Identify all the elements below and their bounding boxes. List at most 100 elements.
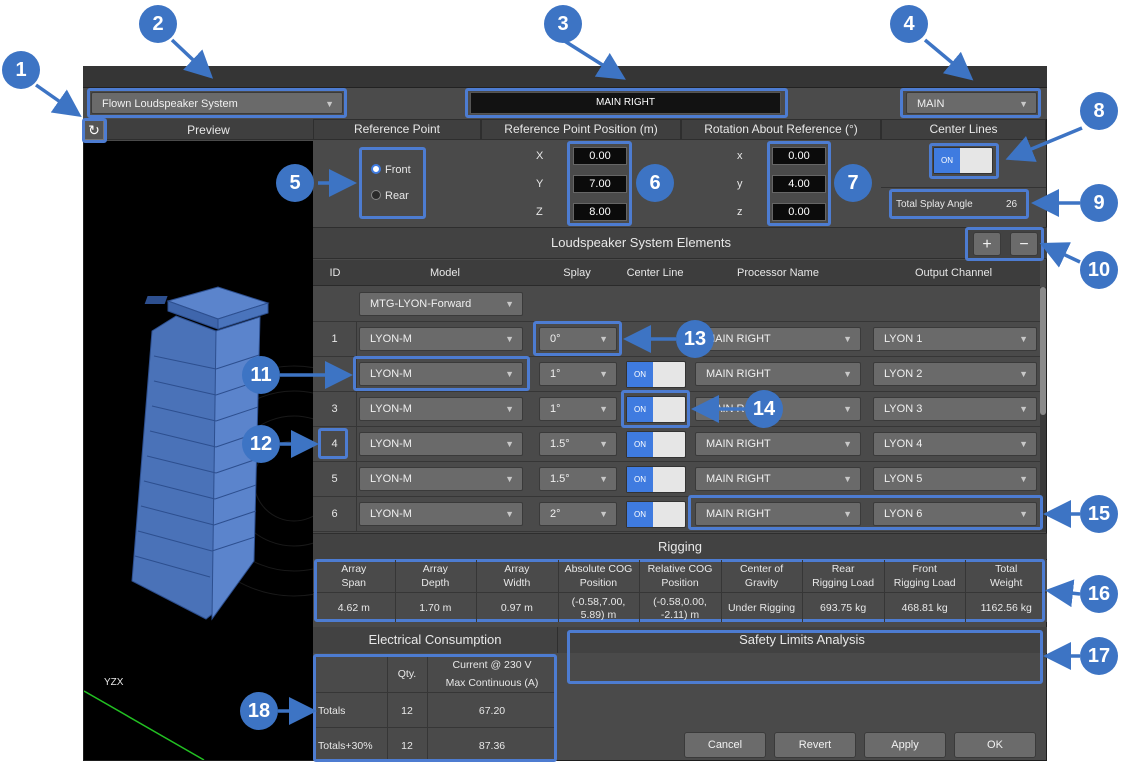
row-centerline-toggle[interactable]: ON	[626, 396, 686, 423]
model-dropdown[interactable]: LYON-M ▼	[359, 432, 523, 456]
splay-dropdown[interactable]: 1.5° ▼	[539, 467, 617, 491]
toggle-on-label: ON	[627, 467, 653, 492]
title-bar	[83, 66, 1047, 88]
output-channel-dropdown[interactable]: LYON 2 ▼	[873, 362, 1037, 386]
cancel-button[interactable]: Cancel	[684, 732, 766, 758]
front-radio[interactable]	[371, 164, 381, 174]
rot-y-input[interactable]: 4.00	[772, 175, 826, 193]
rigging-col-header: Span	[341, 577, 367, 589]
splay-value: 1.5°	[550, 438, 570, 450]
chevron-down-icon: ▼	[505, 509, 514, 519]
refresh-icon[interactable]: ↻	[84, 120, 104, 140]
scrollbar-thumb[interactable]	[1040, 287, 1046, 415]
preview-title: Preview	[187, 123, 230, 137]
model-dropdown[interactable]: LYON-M ▼	[359, 397, 523, 421]
center-lines-toggle[interactable]: ON	[933, 147, 993, 174]
row-centerline-toggle[interactable]: ON	[626, 361, 686, 388]
reference-point-header: Reference Point	[313, 119, 481, 140]
model-value: LYON-M	[370, 508, 412, 520]
chevron-down-icon: ▼	[1019, 439, 1028, 449]
system-type-dropdown[interactable]: Flown Loudspeaker System ▼	[91, 92, 343, 114]
apply-button[interactable]: Apply	[864, 732, 946, 758]
processor-dropdown[interactable]: MAIN RIGHT ▼	[695, 467, 861, 491]
rear-radio[interactable]	[371, 190, 381, 200]
splay-dropdown[interactable]: 1° ▼	[539, 362, 617, 386]
processor-value: MAIN RIGHT	[706, 473, 771, 485]
chevron-down-icon: ▼	[1019, 509, 1028, 519]
col-output-header: Output Channel	[914, 267, 993, 279]
splay-dropdown[interactable]: 2° ▼	[539, 502, 617, 526]
output-value: LYON 6	[884, 508, 923, 520]
chevron-down-icon: ▼	[599, 509, 608, 519]
chevron-down-icon: ▼	[1019, 334, 1028, 344]
chevron-down-icon: ▼	[505, 439, 514, 449]
callout-badge: 14	[745, 390, 783, 428]
model-dropdown[interactable]: LYON-M ▼	[359, 467, 523, 491]
processor-value: MAIN RIGHT	[706, 368, 771, 380]
divider	[883, 560, 885, 622]
rot-z-input[interactable]: 0.00	[772, 203, 826, 221]
processor-dropdown[interactable]: MAIN RIGHT ▼	[695, 432, 861, 456]
rigging-col-value: 468.81 kg	[901, 602, 948, 614]
model-dropdown[interactable]: LYON-M ▼	[359, 327, 523, 351]
toggle-on-label: ON	[627, 362, 653, 387]
rigging-col-header: Rear	[831, 563, 855, 575]
row-centerline-toggle[interactable]: ON	[626, 501, 686, 528]
group-dropdown[interactable]: MAIN ▼	[906, 92, 1037, 114]
add-element-button[interactable]: +	[973, 232, 1001, 256]
output-channel-dropdown[interactable]: LYON 5 ▼	[873, 467, 1037, 491]
callout-badge: 3	[544, 5, 582, 43]
table-scrollbar[interactable]	[1040, 287, 1046, 532]
splay-dropdown[interactable]: 1.5° ▼	[539, 432, 617, 456]
rigging-col-header: Rigging Load	[893, 577, 956, 589]
processor-dropdown[interactable]: MAIN RIGHT ▼	[695, 502, 861, 526]
row-centerline-toggle[interactable]: ON	[626, 431, 686, 458]
chevron-down-icon: ▼	[1019, 99, 1028, 109]
pos-y-label: Y	[536, 178, 544, 190]
rigging-model-dropdown[interactable]: MTG-LYON-Forward ▼	[359, 292, 523, 316]
rotation-header: Rotation About Reference (°)	[681, 119, 881, 140]
revert-button[interactable]: Revert	[774, 732, 856, 758]
callout-badge: 10	[1080, 251, 1118, 289]
processor-dropdown[interactable]: MAIN RIGHT ▼	[695, 327, 861, 351]
total-splay-value: 26	[1006, 199, 1018, 210]
callout-badge: 15	[1080, 495, 1118, 533]
rigging-col-value: 0.97 m	[500, 602, 533, 614]
pos-y-input[interactable]: 7.00	[573, 175, 627, 193]
row-id: 1	[313, 322, 357, 356]
chevron-down-icon: ▼	[599, 439, 608, 449]
callout-badge: 2	[139, 5, 177, 43]
ok-button[interactable]: OK	[954, 732, 1036, 758]
divider	[802, 560, 804, 622]
model-dropdown[interactable]: LYON-M ▼	[359, 362, 523, 386]
output-channel-dropdown[interactable]: LYON 6 ▼	[873, 502, 1037, 526]
front-label: Front	[385, 164, 411, 176]
array-name-input[interactable]: MAIN RIGHT	[470, 92, 781, 114]
remove-element-button[interactable]: −	[1010, 232, 1038, 256]
pos-z-input[interactable]: 8.00	[573, 203, 627, 221]
callout-badge: 18	[240, 692, 278, 730]
processor-value: MAIN RIGHT	[706, 438, 771, 450]
divider	[313, 727, 557, 728]
callout-badge: 1	[2, 51, 40, 89]
splay-dropdown[interactable]: 0° ▼	[539, 327, 617, 351]
processor-value: MAIN RIGHT	[706, 508, 771, 520]
callout-badge: 8	[1080, 92, 1118, 130]
col-id-header: ID	[329, 267, 341, 279]
model-dropdown[interactable]: LYON-M ▼	[359, 502, 523, 526]
divider	[639, 560, 641, 622]
output-channel-dropdown[interactable]: LYON 4 ▼	[873, 432, 1037, 456]
pos-x-input[interactable]: 0.00	[573, 147, 627, 165]
rigging-col-header: Center of	[739, 563, 784, 575]
output-channel-dropdown[interactable]: LYON 1 ▼	[873, 327, 1037, 351]
splay-dropdown[interactable]: 1° ▼	[539, 397, 617, 421]
rot-x-input[interactable]: 0.00	[772, 147, 826, 165]
totals-current: 67.20	[478, 705, 506, 717]
rot-x-label: x	[737, 150, 743, 162]
processor-dropdown[interactable]: MAIN RIGHT ▼	[695, 362, 861, 386]
row-centerline-toggle[interactable]: ON	[626, 466, 686, 493]
col-processor-header: Processor Name	[737, 267, 819, 279]
output-channel-dropdown[interactable]: LYON 3 ▼	[873, 397, 1037, 421]
row-id: 6	[313, 497, 357, 531]
pos-x-label: X	[536, 150, 544, 162]
